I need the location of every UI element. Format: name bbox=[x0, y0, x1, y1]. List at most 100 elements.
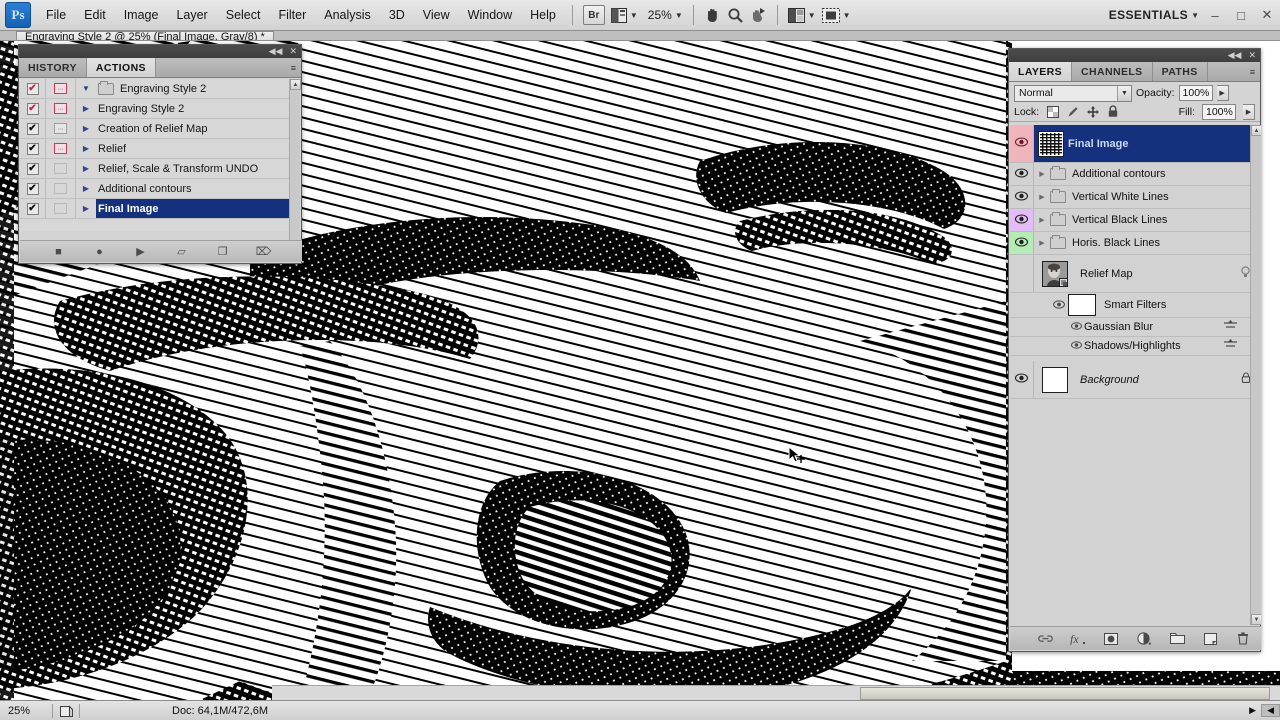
screen-mode-button[interactable]: ▼ bbox=[608, 4, 641, 26]
scroll-down-icon[interactable]: ▼ bbox=[1251, 614, 1261, 625]
smart-filters-row[interactable]: Smart Filters bbox=[1010, 293, 1261, 318]
smart-filter-mask-thumbnail[interactable] bbox=[1068, 294, 1096, 316]
action-dialog-toggle[interactable]: · bbox=[46, 179, 76, 198]
menu-edit[interactable]: Edit bbox=[75, 4, 115, 26]
filter-visibility-icon[interactable] bbox=[1068, 341, 1084, 351]
action-dialog-toggle[interactable]: ··· bbox=[46, 139, 76, 158]
tab-layers[interactable]: LAYERS bbox=[1009, 62, 1073, 81]
zoom-level-button[interactable]: 25% ▼ bbox=[641, 4, 686, 26]
lock-transparency-icon[interactable] bbox=[1046, 105, 1059, 118]
status-expand-icon[interactable]: ▶ bbox=[1244, 705, 1261, 716]
layers-panel-menu-icon[interactable]: ≡ bbox=[1245, 62, 1260, 81]
lock-image-icon[interactable] bbox=[1066, 105, 1079, 118]
action-row[interactable]: ✔ ··· ▶ Relief bbox=[20, 139, 292, 159]
layer-mask-icon[interactable] bbox=[1103, 631, 1119, 647]
action-dialog-toggle[interactable]: ··· bbox=[46, 99, 76, 118]
action-dialog-toggle[interactable]: · bbox=[46, 199, 76, 218]
menu-image[interactable]: Image bbox=[115, 4, 168, 26]
smart-filters-visibility-icon[interactable] bbox=[1050, 299, 1068, 311]
group-disclosure-icon[interactable]: ▶ bbox=[1034, 193, 1050, 201]
status-arrows[interactable]: ▶ ◀ bbox=[1244, 704, 1280, 717]
layer-visibility-toggle[interactable] bbox=[1010, 361, 1034, 398]
document-preview-icon[interactable] bbox=[53, 704, 79, 717]
filter-visibility-icon[interactable] bbox=[1068, 322, 1084, 332]
menu-file[interactable]: File bbox=[37, 4, 75, 26]
layer-visibility-toggle[interactable] bbox=[1010, 125, 1034, 162]
new-group-icon[interactable] bbox=[1169, 631, 1185, 647]
menu-3d[interactable]: 3D bbox=[380, 4, 414, 26]
layer-visibility-toggle[interactable] bbox=[1010, 209, 1034, 231]
close-icon[interactable]: ✕ bbox=[289, 47, 297, 56]
new-layer-icon[interactable] bbox=[1202, 631, 1218, 647]
layer-visibility-toggle[interactable] bbox=[1010, 255, 1034, 292]
layer-row-final-image[interactable]: Final Image bbox=[1010, 125, 1261, 163]
disclosure-triangle-icon[interactable]: ▶ bbox=[76, 164, 96, 173]
menu-help[interactable]: Help bbox=[521, 4, 565, 26]
status-zoom-field[interactable]: 25% bbox=[0, 705, 52, 717]
adjustment-layer-icon[interactable] bbox=[1136, 631, 1152, 647]
rotate-view-tool-button[interactable] bbox=[747, 4, 770, 26]
action-row[interactable]: ✔ · ▶ Additional contours bbox=[20, 179, 292, 199]
lock-position-icon[interactable] bbox=[1086, 105, 1099, 118]
tab-history[interactable]: HISTORY bbox=[19, 58, 87, 77]
document-tab[interactable]: Engraving Style 2 @ 25% (Final Image, Gr… bbox=[16, 31, 274, 40]
group-disclosure-icon[interactable]: ▶ bbox=[1034, 170, 1050, 178]
actions-panel-titlebar[interactable]: ◀◀ ✕ bbox=[19, 45, 301, 58]
layer-row-vertical-white-lines[interactable]: ▶ Vertical White Lines bbox=[1010, 186, 1261, 209]
action-toggle-checkbox[interactable]: ✔ bbox=[20, 79, 46, 98]
action-toggle-checkbox[interactable]: ✔ bbox=[20, 139, 46, 158]
layer-row-background[interactable]: Background bbox=[1010, 361, 1261, 399]
tab-channels[interactable]: CHANNELS bbox=[1072, 62, 1153, 81]
layers-list[interactable]: Final Image ▶ Additional contours ▶ Vert… bbox=[1010, 125, 1261, 625]
new-set-icon[interactable]: ▱ bbox=[174, 244, 189, 259]
play-icon[interactable]: ▶ bbox=[133, 244, 148, 259]
delete-icon[interactable]: ⌦ bbox=[256, 244, 272, 259]
layer-row-relief-map[interactable]: Relief Map bbox=[1010, 255, 1261, 293]
fill-stepper[interactable]: ▶ bbox=[1243, 103, 1255, 120]
disclosure-triangle-icon[interactable]: ▼ bbox=[76, 84, 96, 93]
arrange-documents-button[interactable]: ▼ bbox=[785, 4, 819, 26]
layer-style-icon[interactable]: fx bbox=[1070, 631, 1086, 647]
actions-list[interactable]: ✔ ··· ▼ Engraving Style 2 ✔ ··· ▶ Engrav… bbox=[20, 79, 292, 231]
menu-window[interactable]: Window bbox=[459, 4, 521, 26]
action-row-selected[interactable]: ✔ · ▶ Final Image bbox=[20, 199, 292, 219]
actions-panel-menu-icon[interactable]: ≡ bbox=[286, 58, 301, 77]
screen-mode-toggle-button[interactable]: ▼ bbox=[819, 4, 854, 26]
disclosure-triangle-icon[interactable]: ▶ bbox=[76, 104, 96, 113]
scroll-up-icon[interactable]: ▲ bbox=[290, 79, 301, 90]
canvas-horizontal-scrollbar[interactable] bbox=[272, 685, 1280, 700]
action-dialog-toggle[interactable]: ··· bbox=[46, 119, 76, 138]
disclosure-triangle-icon[interactable]: ▶ bbox=[76, 204, 96, 213]
layers-scrollbar[interactable]: ▲ ▼ bbox=[1250, 125, 1261, 625]
menu-filter[interactable]: Filter bbox=[269, 4, 315, 26]
close-icon[interactable]: ✕ bbox=[1248, 51, 1256, 60]
layer-row-additional-contours[interactable]: ▶ Additional contours bbox=[1010, 163, 1261, 186]
layer-thumbnail[interactable] bbox=[1042, 366, 1068, 393]
bridge-button[interactable]: Br bbox=[580, 4, 608, 26]
smart-filter-row-gaussian-blur[interactable]: Gaussian Blur bbox=[1010, 318, 1261, 337]
scroll-up-icon[interactable]: ▲ bbox=[1251, 125, 1261, 136]
action-set-row[interactable]: ✔ ··· ▼ Engraving Style 2 bbox=[20, 79, 292, 99]
opacity-stepper[interactable]: ▶ bbox=[1216, 85, 1229, 101]
status-collapse-icon[interactable]: ◀ bbox=[1261, 704, 1280, 717]
action-dialog-toggle[interactable]: · bbox=[46, 159, 76, 178]
menu-view[interactable]: View bbox=[414, 4, 459, 26]
stop-icon[interactable]: ■ bbox=[51, 244, 66, 259]
action-row[interactable]: ✔ ··· ▶ Engraving Style 2 bbox=[20, 99, 292, 119]
filter-blending-options-icon[interactable] bbox=[1224, 339, 1237, 353]
chevron-down-icon[interactable]: ▼ bbox=[1117, 85, 1131, 101]
photoshop-logo-icon[interactable]: Ps bbox=[5, 2, 31, 28]
workspace-switcher[interactable]: ESSENTIALS ▼ bbox=[1106, 4, 1202, 26]
actions-scrollbar[interactable]: ▲ ▼ bbox=[289, 79, 301, 253]
layer-visibility-toggle[interactable] bbox=[1010, 186, 1034, 208]
close-button[interactable]: ✕ bbox=[1254, 3, 1280, 27]
layers-panel-titlebar[interactable]: ◀◀ ✕ bbox=[1009, 49, 1260, 62]
layer-visibility-toggle[interactable] bbox=[1010, 163, 1034, 185]
fill-input[interactable]: 100% bbox=[1202, 103, 1236, 120]
group-disclosure-icon[interactable]: ▶ bbox=[1034, 216, 1050, 224]
zoom-tool-button[interactable] bbox=[724, 4, 747, 26]
action-toggle-checkbox[interactable]: ✔ bbox=[20, 159, 46, 178]
blend-mode-select[interactable]: Normal ▼ bbox=[1014, 84, 1132, 102]
action-toggle-checkbox[interactable]: ✔ bbox=[20, 119, 46, 138]
action-toggle-checkbox[interactable]: ✔ bbox=[20, 199, 46, 218]
